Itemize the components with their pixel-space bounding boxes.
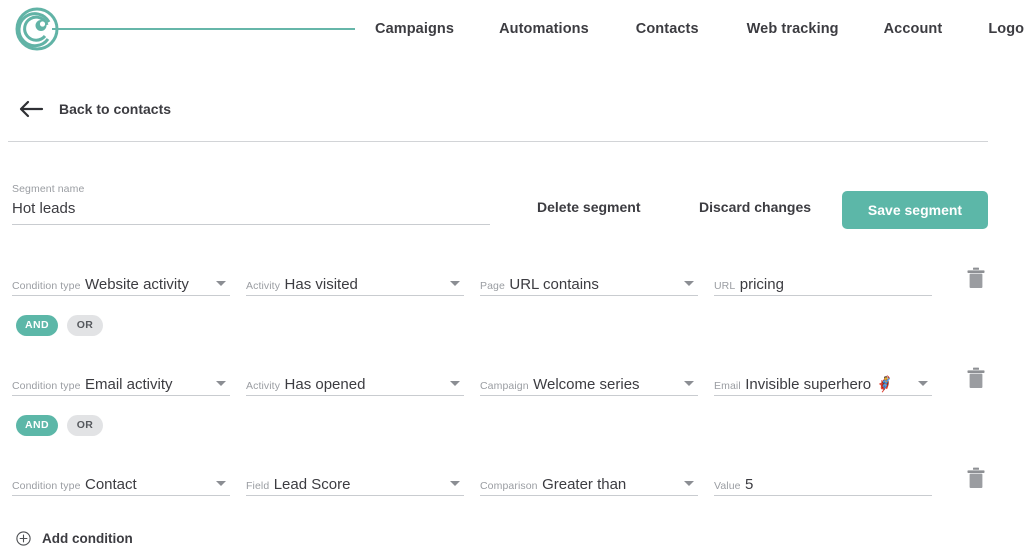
trash-icon[interactable] xyxy=(966,267,986,289)
operator-or-button[interactable]: OR xyxy=(67,314,103,336)
field-value: Email activity xyxy=(84,376,173,393)
field-value: Website activity xyxy=(84,276,189,293)
segment-toolbar: Segment name Hot leads Delete segment Di… xyxy=(0,169,1024,229)
segment-name-value: Hot leads xyxy=(12,200,76,217)
field-label: Campaign xyxy=(480,380,529,392)
url-input[interactable]: URL pricing xyxy=(714,275,932,296)
chevron-down-icon xyxy=(684,281,694,286)
nav-item-logout[interactable]: Logout xyxy=(988,21,1024,37)
operator-toggle: AND OR xyxy=(0,407,1024,443)
header-divider xyxy=(8,141,988,142)
value-input[interactable]: Value 5 xyxy=(714,475,932,496)
nav-item-account[interactable]: Account xyxy=(884,21,943,37)
operator-or-button[interactable]: OR xyxy=(67,414,103,436)
comparison-select[interactable]: Comparison Greater than xyxy=(480,475,698,496)
condition-row: Condition type Email activity Activity H… xyxy=(0,352,1024,396)
field-underline xyxy=(12,224,490,225)
condition-row: Condition type Contact Field Lead Score … xyxy=(0,452,1024,496)
plus-circle-icon xyxy=(16,531,31,546)
chevron-down-icon xyxy=(684,381,694,386)
chevron-down-icon xyxy=(684,481,694,486)
conditions-list: Condition type Website activity Activity… xyxy=(0,252,1024,496)
chevron-down-icon xyxy=(450,381,460,386)
field-label: Field xyxy=(246,480,270,492)
trash-icon[interactable] xyxy=(966,367,986,389)
nav-item-automations[interactable]: Automations xyxy=(499,21,589,37)
back-to-contacts-label: Back to contacts xyxy=(59,101,172,117)
condition-row: Condition type Website activity Activity… xyxy=(0,252,1024,296)
field-value: Has visited xyxy=(284,276,358,293)
page-select[interactable]: Page URL contains xyxy=(480,275,698,296)
field-label: URL xyxy=(714,280,736,292)
field-label: Value xyxy=(714,480,741,492)
field-value: Invisible superhero 🦸 xyxy=(745,376,894,393)
main-navigation: Campaigns Automations Contacts Web track… xyxy=(360,0,1024,58)
chevron-down-icon xyxy=(216,381,226,386)
field-label: Email xyxy=(714,380,741,392)
field-value: Welcome series xyxy=(533,376,640,393)
campaign-select[interactable]: Campaign Welcome series xyxy=(480,375,698,396)
add-condition-label: Add condition xyxy=(42,531,133,546)
app-header: Campaigns Automations Contacts Web track… xyxy=(0,0,1024,58)
arrow-left-icon xyxy=(18,99,44,119)
field-value: pricing xyxy=(739,276,784,293)
activity-select[interactable]: Activity Has opened xyxy=(246,375,464,396)
chevron-down-icon xyxy=(918,381,928,386)
operator-toggle: AND OR xyxy=(0,307,1024,343)
field-value: 5 xyxy=(745,476,754,493)
field-label: Comparison xyxy=(480,480,538,492)
field-value: Lead Score xyxy=(273,476,351,493)
field-label: Activity xyxy=(246,380,281,392)
add-condition-button[interactable]: Add condition xyxy=(0,531,1024,546)
field-label: Condition type xyxy=(12,280,81,292)
back-to-contacts-link[interactable]: Back to contacts xyxy=(0,88,1024,130)
delete-segment-button[interactable]: Delete segment xyxy=(537,199,640,215)
segment-name-input[interactable]: Segment name Hot leads xyxy=(12,183,490,225)
header-accent-rule xyxy=(52,28,355,30)
chevron-down-icon xyxy=(450,281,460,286)
discard-changes-button[interactable]: Discard changes xyxy=(699,199,811,215)
nav-item-contacts[interactable]: Contacts xyxy=(636,21,699,37)
segment-name-label: Segment name xyxy=(12,183,85,195)
condition-type-select[interactable]: Condition type Website activity xyxy=(12,275,230,296)
activity-select[interactable]: Activity Has visited xyxy=(246,275,464,296)
field-label: Page xyxy=(480,280,505,292)
chevron-down-icon xyxy=(450,481,460,486)
chevron-down-icon xyxy=(216,281,226,286)
save-segment-button[interactable]: Save segment xyxy=(842,191,988,229)
nav-item-web-tracking[interactable]: Web tracking xyxy=(747,21,839,37)
nav-item-campaigns[interactable]: Campaigns xyxy=(375,21,454,37)
condition-type-select[interactable]: Condition type Contact xyxy=(12,475,230,496)
field-select[interactable]: Field Lead Score xyxy=(246,475,464,496)
field-value: Contact xyxy=(84,476,137,493)
condition-type-select[interactable]: Condition type Email activity xyxy=(12,375,230,396)
field-label: Condition type xyxy=(12,380,81,392)
field-value: URL contains xyxy=(509,276,599,293)
email-select[interactable]: Email Invisible superhero 🦸 xyxy=(714,375,932,396)
operator-and-button[interactable]: AND xyxy=(16,414,58,436)
field-value: Greater than xyxy=(542,476,627,493)
chevron-down-icon xyxy=(216,481,226,486)
field-label: Condition type xyxy=(12,480,81,492)
field-label: Activity xyxy=(246,280,281,292)
trash-icon[interactable] xyxy=(966,467,986,489)
field-value: Has opened xyxy=(284,376,366,393)
operator-and-button[interactable]: AND xyxy=(16,314,58,336)
